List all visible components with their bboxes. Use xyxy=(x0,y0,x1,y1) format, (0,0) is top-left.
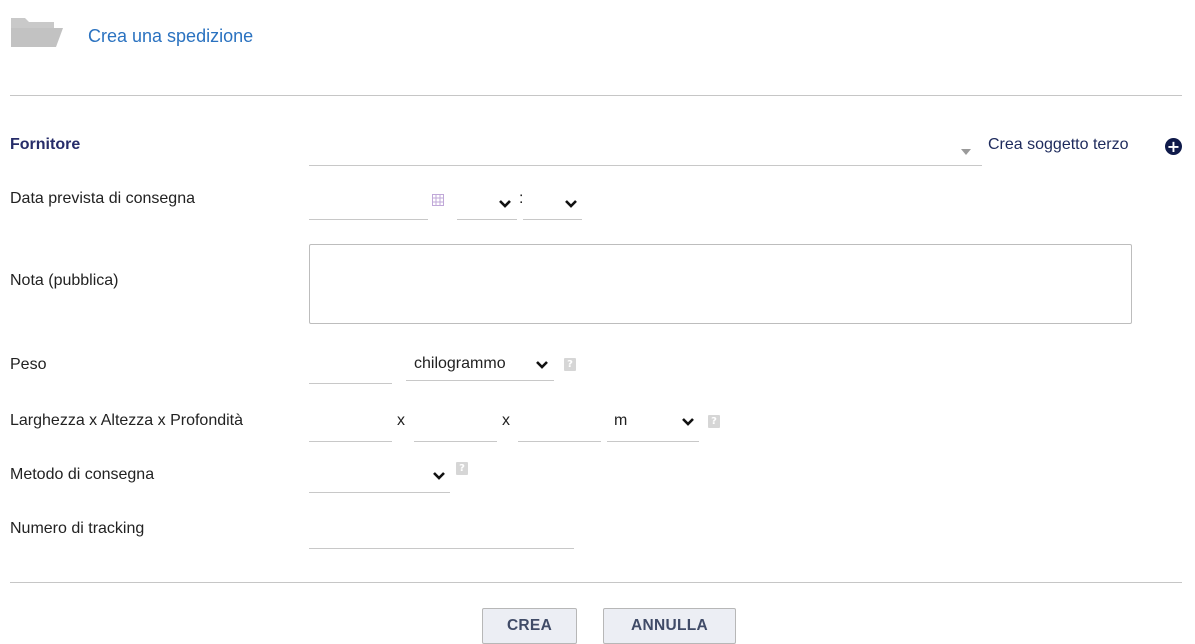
dimension-separator-1: x xyxy=(397,412,405,429)
delivery-date-input[interactable] xyxy=(309,195,428,220)
tracking-label: Numero di tracking xyxy=(10,520,145,537)
supplier-dropdown-arrow-icon[interactable] xyxy=(961,143,971,155)
dimension-unit-chevron-down-icon[interactable] xyxy=(681,414,695,426)
create-button[interactable]: CREA xyxy=(482,608,577,644)
folder-icon xyxy=(10,16,64,50)
weight-input[interactable] xyxy=(309,359,392,384)
create-third-party-link[interactable]: Crea soggetto terzo xyxy=(988,136,1129,154)
tracking-input[interactable] xyxy=(309,524,574,549)
shipping-method-select[interactable] xyxy=(309,468,450,493)
dimension-unit-value: m xyxy=(614,412,628,429)
dimension-separator-2: x xyxy=(502,412,510,429)
top-separator xyxy=(10,95,1182,96)
cancel-button[interactable]: ANNULLA xyxy=(603,608,736,644)
dimensions-help-icon[interactable]: ? xyxy=(708,415,720,428)
bottom-separator xyxy=(10,582,1182,583)
weight-help-icon[interactable]: ? xyxy=(564,358,576,371)
note-textarea[interactable] xyxy=(309,244,1132,324)
weight-label: Peso xyxy=(10,356,47,373)
weight-unit-value: chilogrammo xyxy=(414,355,506,372)
page-title: Crea una spedizione xyxy=(88,26,254,46)
hour-chevron-down-icon[interactable] xyxy=(498,196,512,208)
dimensions-label: Larghezza x Altezza x Profondità xyxy=(10,412,244,429)
minute-chevron-down-icon[interactable] xyxy=(564,196,578,208)
depth-input[interactable] xyxy=(518,417,601,442)
shipping-method-help-icon[interactable]: ? xyxy=(456,462,468,475)
height-input[interactable] xyxy=(414,417,497,442)
width-input[interactable] xyxy=(309,417,392,442)
supplier-label: Fornitore xyxy=(10,136,81,153)
shipping-method-chevron-down-icon[interactable] xyxy=(432,468,446,480)
shipping-method-label: Metodo di consegna xyxy=(10,466,155,483)
delivery-date-label: Data prevista di consegna xyxy=(10,190,195,207)
supplier-select[interactable] xyxy=(309,141,982,166)
calendar-icon[interactable] xyxy=(432,193,444,206)
add-circle-icon[interactable]: + xyxy=(1165,138,1182,155)
weight-unit-chevron-down-icon[interactable] xyxy=(535,357,549,369)
note-label: Nota (pubblica) xyxy=(10,272,119,289)
